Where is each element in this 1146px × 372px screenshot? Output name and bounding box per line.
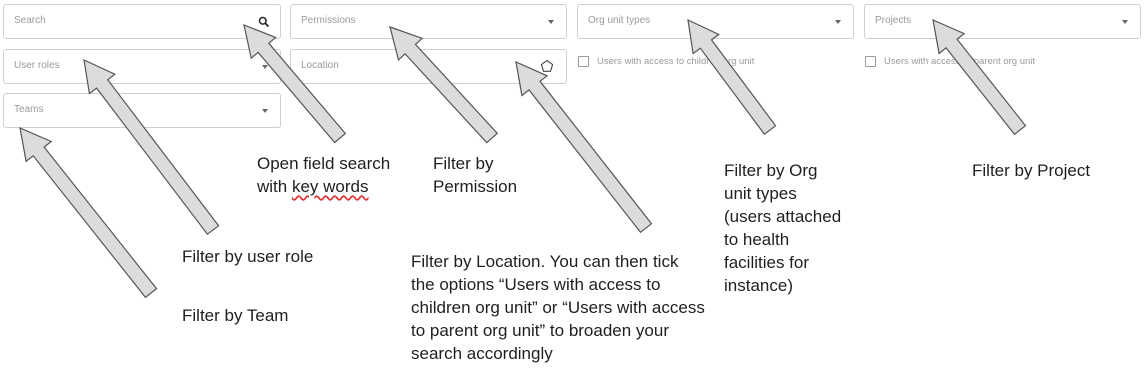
annotation-line: children org unit” or “Users with access bbox=[411, 298, 705, 317]
annotation-line: search accordingly bbox=[411, 344, 553, 363]
annotation-fragment: with bbox=[257, 177, 292, 196]
annotation-line: to health bbox=[724, 230, 790, 249]
annotation-line: (users attached bbox=[724, 207, 842, 226]
arrow-search bbox=[243, 24, 347, 144]
annotation-line: instance) bbox=[724, 276, 793, 295]
annotation-line: facilities for bbox=[724, 253, 810, 272]
annotation-team: Filter by Team bbox=[182, 304, 288, 327]
arrow-teams bbox=[19, 127, 158, 299]
annotation-line: Filter by user role bbox=[182, 247, 314, 266]
annotation-location: Filter by Location. You can then tick th… bbox=[411, 250, 705, 365]
annotation-line: with key words bbox=[257, 175, 390, 198]
annotation-line: unit types bbox=[724, 184, 797, 203]
annotation-line: Filter by Org bbox=[724, 161, 818, 180]
arrow-user-roles bbox=[83, 58, 220, 236]
annotation-line: the options “Users with access to bbox=[411, 275, 661, 294]
arrow-location bbox=[515, 60, 653, 234]
annotation-line: to parent org unit” to broaden your bbox=[411, 321, 669, 340]
arrow-org-unit-types bbox=[687, 18, 777, 136]
annotation-search: Open field search with key words bbox=[257, 152, 390, 198]
annotation-permission: Filter by Permission bbox=[433, 152, 517, 198]
annotation-line: Filter by Location. You can then tick bbox=[411, 252, 679, 271]
annotation-line: Filter by Project bbox=[972, 161, 1091, 180]
annotation-line: Permission bbox=[433, 177, 518, 196]
annotation-org-unit-types: Filter by Org unit types (users attached… bbox=[724, 159, 841, 297]
annotation-line: Open field search bbox=[257, 154, 391, 173]
annotation-fragment: key words bbox=[291, 177, 369, 196]
arrow-projects bbox=[932, 19, 1027, 136]
annotation-user-role: Filter by user role bbox=[182, 245, 313, 268]
annotation-line: Filter by Team bbox=[182, 306, 289, 325]
annotation-line: Filter by bbox=[433, 154, 494, 173]
arrow-permissions bbox=[389, 26, 499, 144]
annotation-project: Filter by Project bbox=[972, 159, 1090, 182]
